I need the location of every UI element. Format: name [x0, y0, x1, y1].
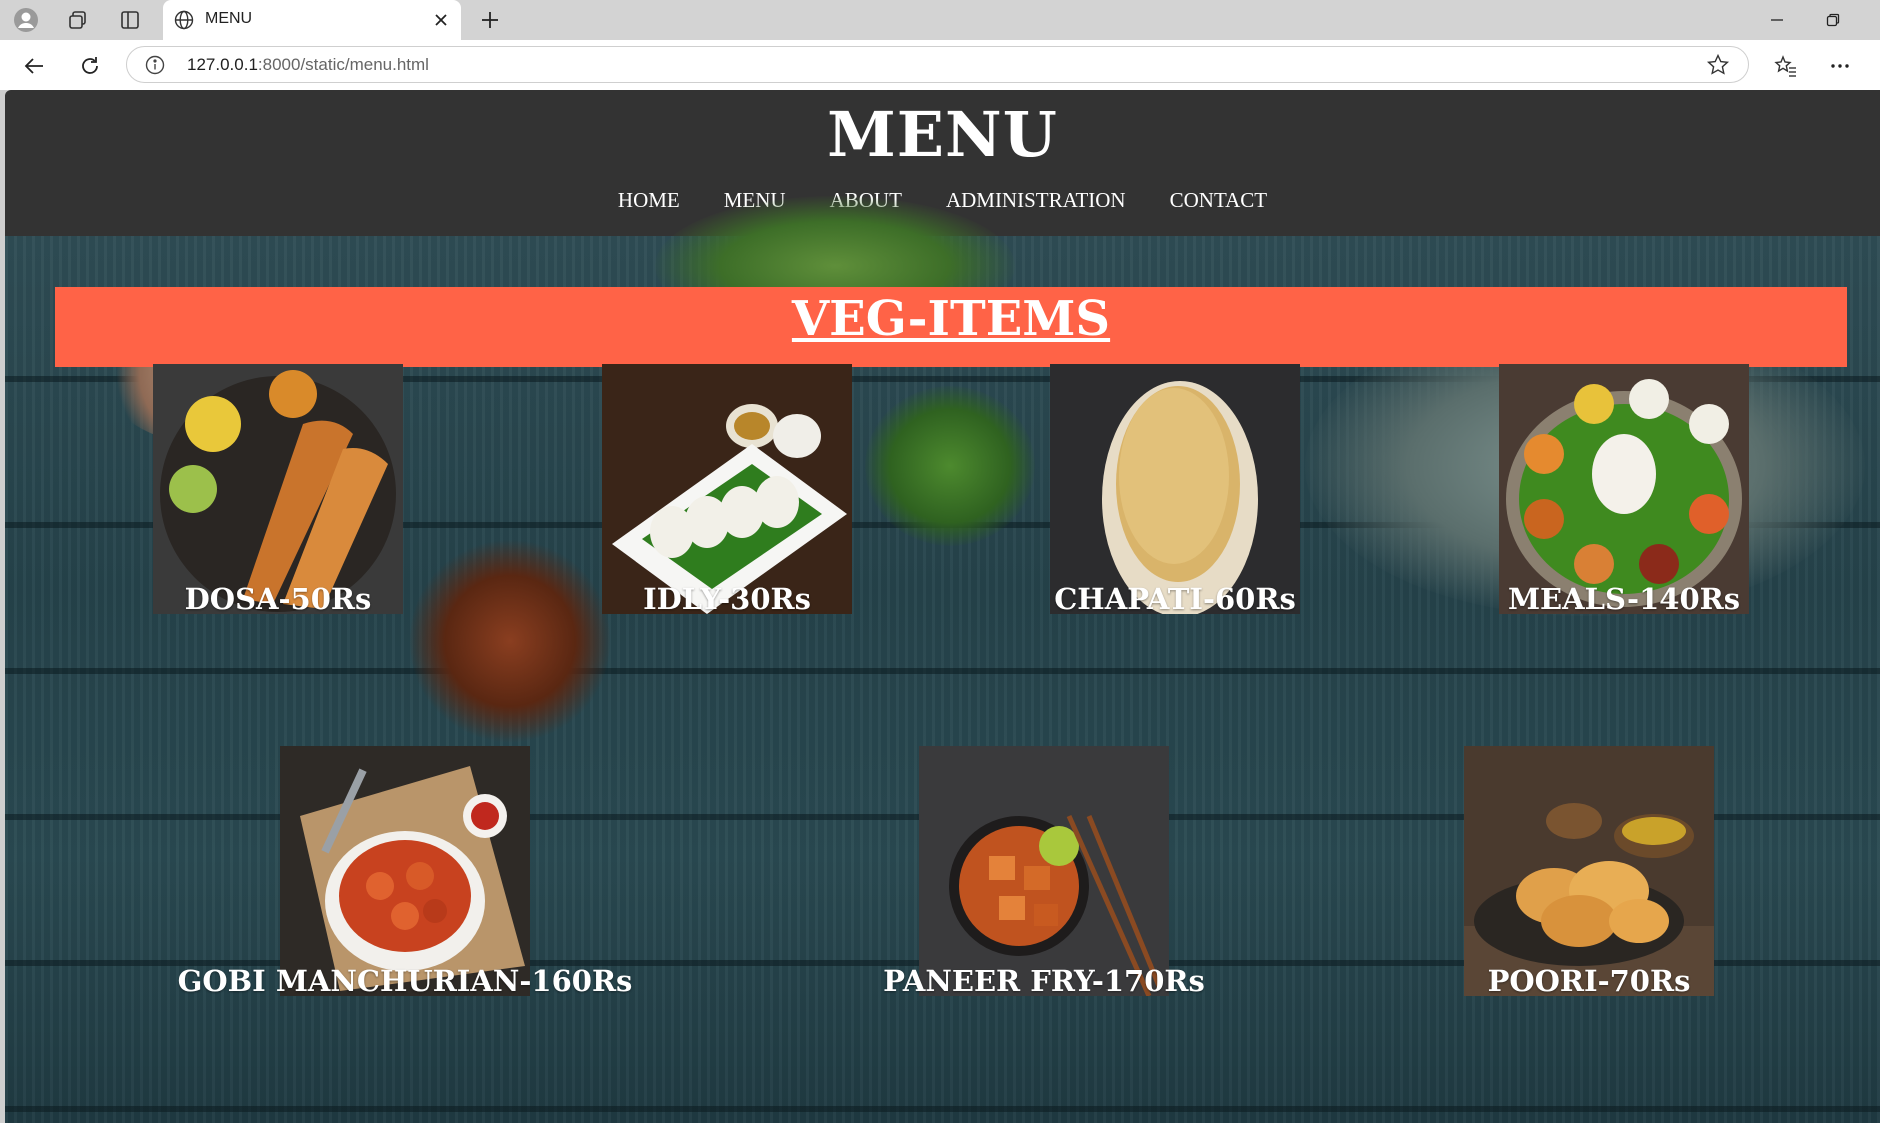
reload-icon[interactable] [74, 50, 106, 82]
restore-icon[interactable] [1816, 6, 1850, 34]
chapati-label: CHAPATI-60Rs [1054, 582, 1296, 616]
address-bar-row: 127.0.0.1:8000/static/menu.html [0, 40, 1880, 90]
gobi-manchurian-label: GOBI MANCHURIAN-160Rs [177, 964, 633, 998]
page-viewport: MENU HOME MENU ABOUT ADMINISTRATION CONT… [5, 90, 1880, 1123]
workspaces-icon[interactable] [64, 6, 92, 34]
profile-icon[interactable] [12, 6, 40, 34]
star-anise-decoration [410, 536, 610, 746]
active-tab[interactable]: MENU [163, 0, 461, 40]
url-text: 127.0.0.1:8000/static/menu.html [187, 55, 429, 74]
minimize-icon[interactable] [1760, 6, 1794, 34]
tab-title: MENU [205, 10, 253, 27]
meals-image [1499, 364, 1749, 614]
idly-label: IDLY-30Rs [643, 582, 811, 616]
section-heading: VEG-ITEMS [791, 291, 1111, 347]
more-options-icon[interactable] [1824, 50, 1856, 82]
dosa-label: DOSA-50Rs [184, 582, 372, 616]
site-title: MENU [827, 98, 1058, 171]
basil-decoration [865, 386, 1035, 546]
poori-image [1464, 746, 1714, 996]
nav-home-link[interactable]: HOME [618, 188, 680, 213]
gobi-manchurian-image [280, 746, 530, 996]
veg-items-banner: VEG-ITEMS [55, 287, 1847, 367]
browser-tab-bar: MENU [0, 0, 1880, 40]
nav-contact-link[interactable]: CONTACT [1170, 188, 1267, 213]
globe-icon [173, 9, 195, 31]
favorite-star-icon[interactable] [1706, 53, 1730, 77]
paneer-fry-label: PANEER FRY-170Rs [883, 964, 1205, 998]
paneer-fry-image [919, 746, 1169, 996]
dosa-image [153, 364, 403, 614]
site-info-icon[interactable] [145, 55, 165, 75]
idly-image [602, 364, 852, 614]
new-tab-icon[interactable] [476, 6, 504, 34]
vertical-tabs-icon[interactable] [116, 6, 144, 34]
poori-label: POORI-70Rs [1487, 964, 1691, 998]
chapati-image [1050, 364, 1300, 614]
nav-administration-link[interactable]: ADMINISTRATION [946, 188, 1126, 213]
meals-label: MEALS-140Rs [1507, 582, 1741, 616]
url-input[interactable]: 127.0.0.1:8000/static/menu.html [126, 46, 1749, 83]
close-tab-icon[interactable] [429, 8, 453, 32]
back-arrow-icon[interactable] [18, 50, 50, 82]
favorites-icon[interactable] [1770, 50, 1802, 82]
